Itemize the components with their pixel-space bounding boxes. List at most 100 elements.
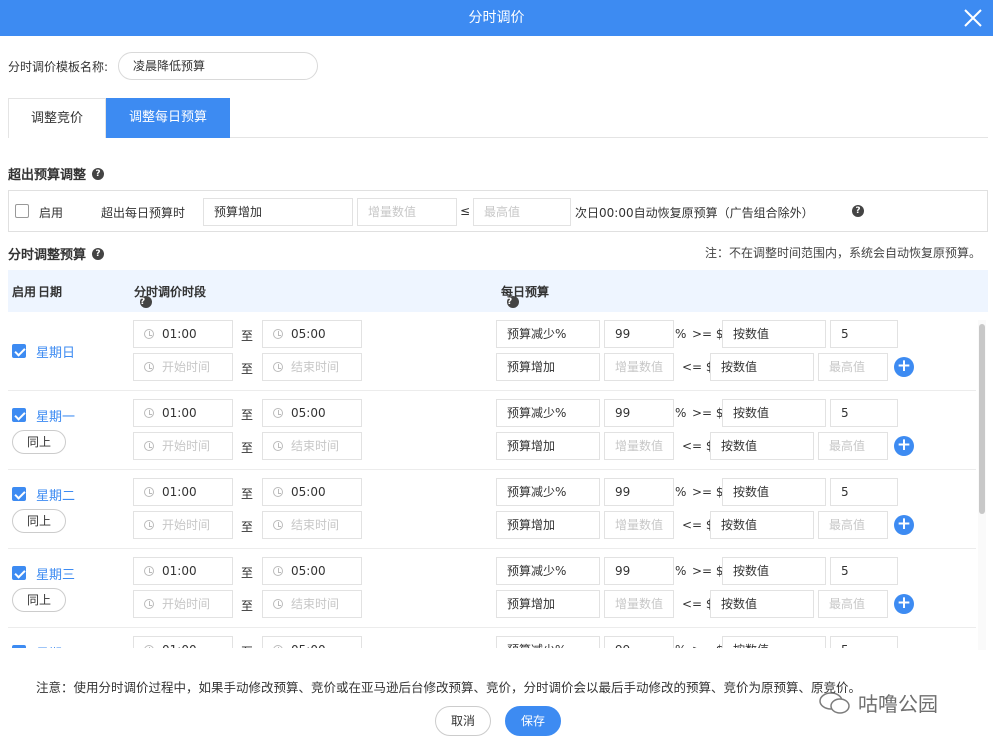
help-icon[interactable]: ? (92, 247, 105, 260)
table-scrollbar[interactable] (978, 320, 986, 650)
to-label: 至 (241, 599, 254, 613)
end-time-input[interactable]: 05:00 (262, 320, 362, 348)
day-enable-checkbox[interactable] (12, 408, 26, 422)
budget-value-input[interactable]: 99 (604, 557, 674, 585)
help-icon[interactable]: ? (92, 167, 105, 180)
max-value-input[interactable]: 最高值 (818, 511, 888, 539)
percent-label: % (675, 643, 686, 648)
scroll-thumb[interactable] (979, 324, 985, 514)
cancel-button[interactable]: 取消 (435, 706, 491, 736)
threshold-value-input[interactable]: 5 (830, 557, 898, 585)
budget-action-select[interactable]: 预算减少% (496, 636, 600, 648)
over-budget-action-select[interactable]: 预算增加 (203, 198, 353, 226)
threshold-mode-select[interactable]: 按数值 (722, 478, 826, 506)
end-time-input[interactable]: 结束时间 (262, 511, 362, 539)
start-time-input[interactable]: 开始时间 (133, 432, 233, 460)
budget-increase-input[interactable]: 增量数值 (604, 511, 674, 539)
budget-action-select[interactable]: 预算增加 (496, 511, 600, 539)
threshold-mode-select[interactable]: 按数值 (722, 399, 826, 427)
threshold-mode-select[interactable]: 按数值 (722, 636, 826, 648)
add-period-button[interactable]: + (894, 594, 914, 614)
threshold-mode-select[interactable]: 按数值 (710, 432, 814, 460)
budget-action-select[interactable]: 预算增加 (496, 590, 600, 618)
watermark: 咕噜公园 (818, 688, 938, 717)
max-value-input[interactable]: 最高值 (818, 590, 888, 618)
clock-icon (144, 362, 154, 372)
to-label: 至 (241, 408, 254, 422)
same-as-above-button[interactable]: 同上 (12, 430, 66, 454)
help-icon[interactable]: ? (852, 205, 864, 217)
budget-action-select[interactable]: 预算减少% (496, 320, 600, 348)
close-icon[interactable] (961, 6, 985, 30)
end-time-input[interactable]: 05:00 (262, 399, 362, 427)
col-enable: 启用 (12, 285, 37, 299)
over-budget-panel: 启用 超出每日预算时 预算增加 增量数值 ≤ 最高值 次日00:00自动恢复原预… (8, 190, 988, 232)
start-time-input[interactable]: 开始时间 (133, 590, 233, 618)
threshold-mode-select[interactable]: 按数值 (710, 353, 814, 381)
end-time-input[interactable]: 结束时间 (262, 432, 362, 460)
add-period-button[interactable]: + (894, 515, 914, 535)
budget-increase-input[interactable]: 增量数值 (604, 590, 674, 618)
budget-action-select[interactable]: 预算减少% (496, 478, 600, 506)
start-time-input[interactable]: 01:00 (133, 478, 233, 506)
threshold-value-input[interactable]: 5 (830, 320, 898, 348)
budget-action-select[interactable]: 预算减少% (496, 399, 600, 427)
over-budget-enable-checkbox[interactable] (15, 204, 29, 218)
threshold-mode-select[interactable]: 按数值 (722, 320, 826, 348)
percent-label: % (675, 406, 687, 420)
threshold-value-input[interactable]: 5 (830, 636, 898, 648)
end-time-input[interactable]: 05:00 (262, 636, 362, 648)
end-time-input[interactable]: 05:00 (262, 478, 362, 506)
threshold-value-input[interactable]: 5 (830, 399, 898, 427)
budget-increase-input[interactable]: 增量数值 (604, 432, 674, 460)
budget-action-select[interactable]: 预算增加 (496, 432, 600, 460)
add-period-button[interactable]: + (894, 357, 914, 377)
day-row: 星期一 同上 01:00 至 05:00 预算减少% 99% >= $ 按数值 5 开始时间至结束时… (8, 391, 976, 470)
day-enable-checkbox[interactable] (12, 645, 26, 648)
budget-value-input[interactable]: 99 (604, 478, 674, 506)
max-value-input[interactable]: 最高值 (818, 432, 888, 460)
start-time-input[interactable]: 01:00 (133, 320, 233, 348)
template-name-input[interactable]: 凌晨降低预算 (118, 52, 319, 80)
threshold-mode-select[interactable]: 按数值 (710, 590, 814, 618)
budget-value-input[interactable]: 99 (604, 636, 674, 648)
same-as-above-button[interactable]: 同上 (12, 588, 66, 612)
tab-adjust-daily-budget[interactable]: 调整每日预算 (106, 98, 230, 138)
ge-label: >= $ (692, 643, 724, 648)
start-time-input[interactable]: 01:00 (133, 636, 233, 648)
day-enable-checkbox[interactable] (12, 344, 26, 358)
threshold-value-input[interactable]: 5 (830, 478, 898, 506)
budget-action-select[interactable]: 预算增加 (496, 353, 600, 381)
clock-icon (144, 520, 154, 530)
day-enable-checkbox[interactable] (12, 487, 26, 501)
budget-action-select[interactable]: 预算减少% (496, 557, 600, 585)
clock-icon (144, 408, 154, 418)
start-time-input[interactable]: 01:00 (133, 399, 233, 427)
help-icon[interactable]: ? (140, 296, 152, 308)
over-budget-max-input[interactable]: 最高值 (473, 198, 571, 226)
tab-adjust-bid[interactable]: 调整竞价 (8, 98, 106, 138)
ge-label: >= $ (692, 564, 724, 578)
end-time-input[interactable]: 结束时间 (262, 353, 362, 381)
start-time-input[interactable]: 开始时间 (133, 353, 233, 381)
end-time-input[interactable]: 结束时间 (262, 590, 362, 618)
same-as-above-button[interactable]: 同上 (12, 509, 66, 533)
max-value-input[interactable]: 最高值 (818, 353, 888, 381)
save-button[interactable]: 保存 (505, 706, 561, 736)
budget-increase-input[interactable]: 增量数值 (604, 353, 674, 381)
col-date: 日期 (38, 285, 63, 299)
help-icon[interactable]: ? (507, 296, 519, 308)
threshold-mode-select[interactable]: 按数值 (722, 557, 826, 585)
end-time-input[interactable]: 05:00 (262, 557, 362, 585)
dialog-title: 分时调价 (468, 10, 525, 26)
budget-value-input[interactable]: 99 (604, 320, 674, 348)
threshold-mode-select[interactable]: 按数值 (710, 511, 814, 539)
to-label: 至 (241, 487, 254, 501)
add-period-button[interactable]: + (894, 436, 914, 456)
start-time-input[interactable]: 开始时间 (133, 511, 233, 539)
to-label: 至 (241, 329, 254, 343)
start-time-input[interactable]: 01:00 (133, 557, 233, 585)
over-budget-increase-input[interactable]: 增量数值 (357, 198, 457, 226)
budget-value-input[interactable]: 99 (604, 399, 674, 427)
day-enable-checkbox[interactable] (12, 566, 26, 580)
